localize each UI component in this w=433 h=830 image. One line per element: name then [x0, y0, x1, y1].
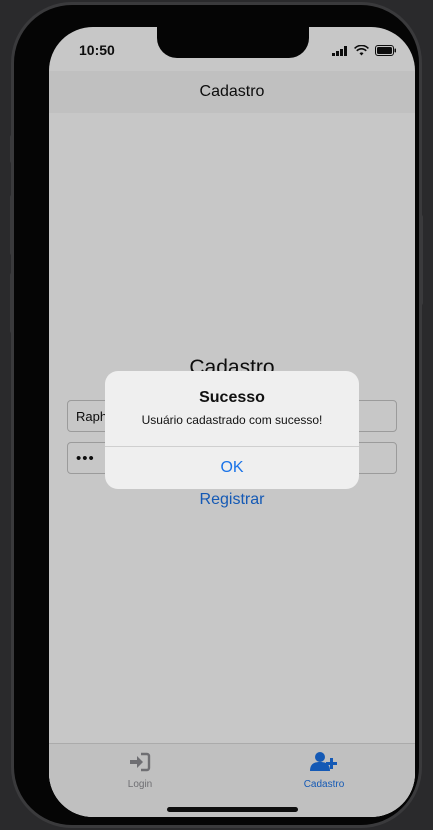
- notch: [157, 27, 309, 58]
- power-button: [419, 215, 423, 305]
- screen: 10:50 Cadastro Cadastro Raph ••• Registr…: [49, 27, 415, 817]
- phone-frame: 10:50 Cadastro Cadastro Raph ••• Registr…: [10, 5, 423, 825]
- volume-up-button: [10, 195, 14, 255]
- mute-switch: [10, 135, 14, 163]
- alert-ok-button[interactable]: OK: [105, 447, 359, 489]
- alert-title: Sucesso: [199, 389, 265, 406]
- volume-down-button: [10, 273, 14, 333]
- alert-message: Usuário cadastrado com sucesso!: [141, 413, 323, 427]
- success-alert: Sucesso Usuário cadastrado com sucesso! …: [105, 371, 359, 489]
